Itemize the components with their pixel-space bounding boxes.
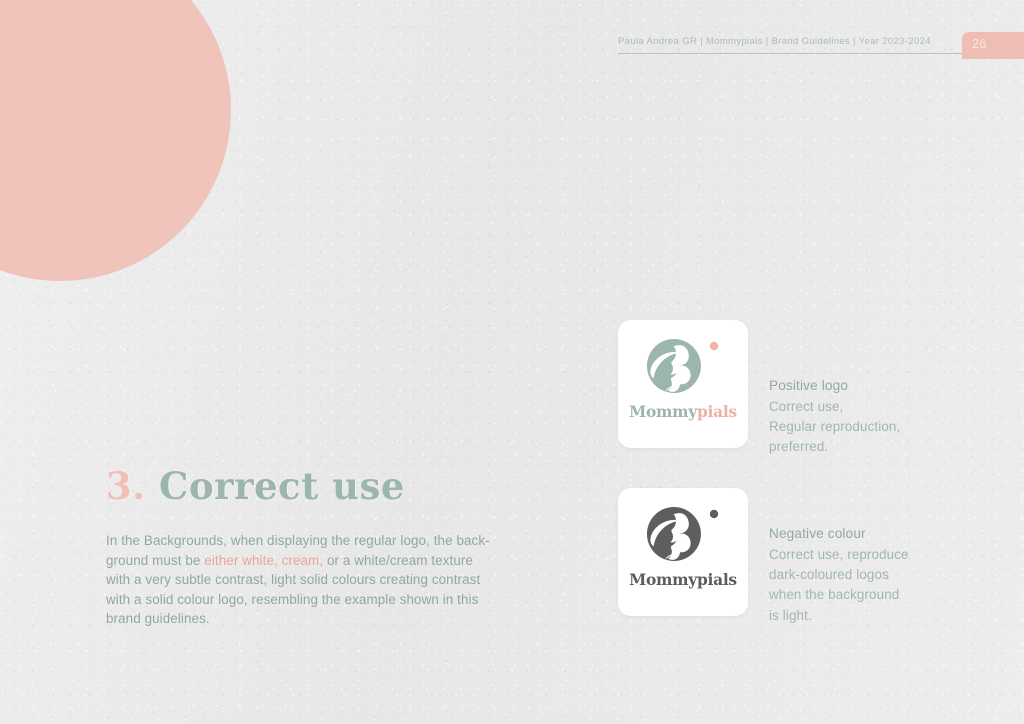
body-text-highlight: either white, cream,: [204, 552, 324, 568]
usage-desc-line: Correct use,: [769, 398, 844, 414]
usage-desc-line: dark-coloured logos: [769, 566, 889, 582]
usage-text-positive: Positive logo Correct use, Regular repro…: [769, 320, 949, 458]
usage-description-negative: Correct use, reproduce dark-coloured log…: [769, 545, 949, 627]
logo-wordmark-positive: Mommypials: [618, 404, 748, 420]
usage-heading-positive: Positive logo: [769, 378, 849, 393]
usage-heading-negative: Negative colour: [769, 526, 866, 541]
usage-desc-line: Regular reproduction,: [769, 418, 901, 434]
header-meta-line: Paula Andrea GR | Mommypials | Brand Gui…: [618, 36, 931, 47]
page-number-tab: 26: [962, 32, 1024, 59]
decorative-corner-circle: [0, 0, 231, 281]
logo-card-negative: Mommypials: [618, 488, 748, 616]
page-title: 3. Correct use: [106, 468, 506, 505]
logo-card-positive: Mommypials: [618, 320, 748, 448]
logo-accent-dot: [709, 341, 719, 351]
page-header: Paula Andrea GR | Mommypials | Brand Gui…: [618, 36, 966, 54]
section-content: 3. Correct use In the Backgrounds, when …: [106, 468, 506, 642]
usage-description-positive: Correct use, Regular reproduction, prefe…: [769, 397, 949, 458]
logo-accent-dot-dark: [709, 509, 719, 519]
section-body-copy: In the Backgrounds, when displaying the …: [106, 531, 498, 629]
usage-desc-line: when the background: [769, 587, 900, 603]
wordmark-second-part: pials: [696, 570, 737, 589]
usage-text-negative: Negative colour Correct use, reproduce d…: [769, 488, 949, 626]
usage-example-negative: Mommypials Negative colour Correct use, …: [618, 488, 949, 626]
logo-wordmark-negative: Mommypials: [618, 572, 748, 588]
brand-guidelines-page: Paula Andrea GR | Mommypials | Brand Gui…: [0, 0, 1024, 724]
mommypials-logo-icon-dark: [646, 506, 719, 562]
wordmark-first-part: Mommy: [629, 570, 697, 589]
section-title-text: Correct use: [159, 464, 405, 508]
wordmark-second-part: pials: [696, 402, 737, 421]
page-number-label: 26: [972, 37, 987, 51]
usage-example-positive: Mommypials Positive logo Correct use, Re…: [618, 320, 949, 458]
section-number: 3.: [106, 464, 146, 508]
mommypials-logo-icon: [646, 338, 719, 394]
header-divider-rule: [618, 53, 966, 54]
wordmark-first-part: Mommy: [629, 402, 697, 421]
usage-desc-line: preferred.: [769, 439, 829, 455]
usage-desc-line: Correct use, reproduce: [769, 546, 909, 562]
usage-desc-line: is light.: [769, 607, 812, 623]
